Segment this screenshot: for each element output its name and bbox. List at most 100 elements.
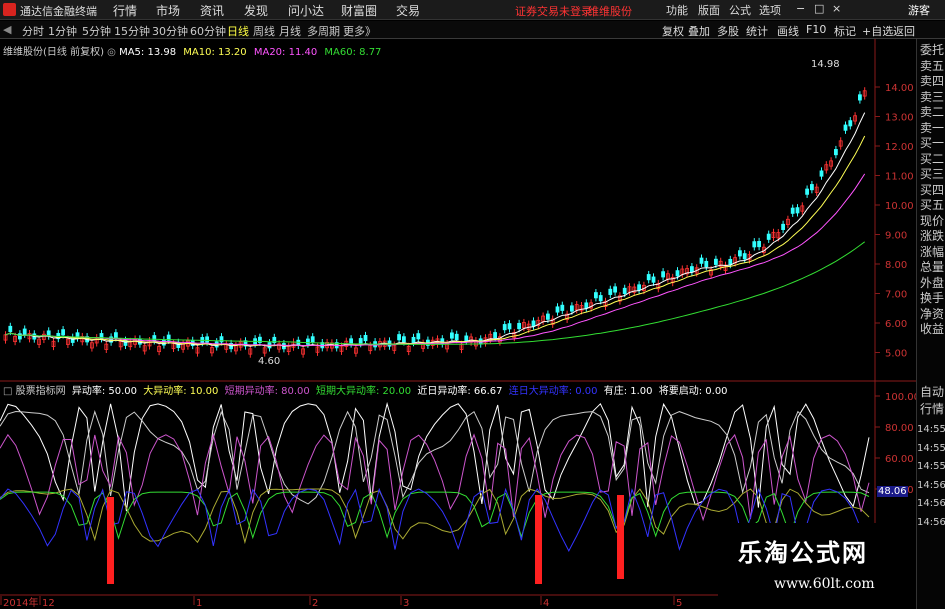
candle-body — [310, 336, 315, 343]
ma5-label: MA5: 13.98 — [119, 47, 177, 58]
period-weekly[interactable]: 周线 — [253, 23, 275, 39]
menu-item-wealth[interactable]: 财富圈 — [341, 2, 377, 19]
date-tick-label: 5 — [676, 598, 682, 609]
candle-body — [363, 335, 368, 342]
date-tick-label: 1 — [196, 598, 202, 609]
quote-field-label[interactable]: 涨幅 — [920, 245, 944, 260]
quote-field-label[interactable]: 卖二 — [920, 105, 944, 120]
period-15min[interactable]: 15分钟 — [114, 23, 150, 39]
btn-return[interactable]: 返回 — [893, 23, 915, 39]
quote-field-label[interactable]: 卖四 — [920, 74, 944, 89]
indicator-series-line — [0, 410, 870, 505]
ma10-label: MA10: 13.20 — [183, 47, 247, 58]
quote-field-label[interactable]: 卖一 — [920, 121, 944, 136]
tick-time: 14:55 — [917, 424, 945, 435]
quote-field-label[interactable]: 买四 — [920, 183, 944, 198]
price-tick-label: 6.00 — [885, 319, 907, 330]
minimize-button[interactable]: − — [796, 2, 805, 15]
quote-field-label[interactable]: 委托 — [920, 43, 944, 58]
quote-field-label[interactable]: 收益 — [920, 322, 944, 337]
candle-body — [584, 302, 589, 309]
btn-overlay[interactable]: 叠加 — [688, 23, 710, 39]
candle-body — [598, 295, 603, 302]
price-tick-label: 12.00 — [885, 142, 914, 153]
indicator-current-value: 48.06 — [877, 486, 908, 497]
btn-mark[interactable]: 标记 — [834, 23, 856, 39]
period-1min[interactable]: 1分钟 — [48, 23, 77, 39]
candle-body — [152, 335, 157, 342]
title-bar: 通达信金融终端 行情 市场 资讯 发现 问小达 财富圈 交易 证券交易未登录 维… — [0, 0, 945, 20]
candle-body — [766, 233, 771, 240]
menu-item-ask[interactable]: 问小达 — [288, 2, 324, 19]
candle-body — [738, 250, 742, 257]
quote-field-label[interactable]: 买一 — [920, 136, 944, 151]
watermark-title: 乐淘公式网 — [738, 538, 868, 567]
candle-body — [8, 325, 13, 333]
candle-body — [858, 94, 862, 101]
quote-field-label[interactable]: 买二 — [920, 152, 944, 167]
quote-field-label[interactable]: 净资 — [920, 307, 944, 322]
quote-field-label[interactable]: 买三 — [920, 167, 944, 182]
menu-formula[interactable]: 公式 — [729, 2, 751, 18]
price-tick-label: 8.00 — [885, 260, 907, 271]
btn-add-watchlist[interactable]: +自选 — [862, 23, 893, 39]
btn-multi-stock[interactable]: 多股 — [717, 23, 739, 39]
period-monthly[interactable]: 月线 — [279, 23, 301, 39]
quote-field-label[interactable]: 外盘 — [920, 276, 944, 291]
date-tick-label: 2 — [312, 598, 318, 609]
ma10-line — [5, 135, 866, 347]
quote-field-label[interactable]: 现价 — [920, 214, 944, 229]
candle-body — [714, 258, 718, 265]
ma20-line — [5, 173, 866, 347]
indicator-tick-label: 60.00 — [885, 454, 914, 465]
maximize-button[interactable]: □ — [814, 2, 824, 15]
quote-field-label[interactable]: 卖三 — [920, 90, 944, 105]
quote-field-label[interactable]: 买五 — [920, 198, 944, 213]
quote-field-label[interactable]: 总量 — [920, 260, 944, 275]
login-status[interactable]: 证券交易未登录 — [515, 3, 592, 19]
app-title: 通达信金融终端 — [20, 5, 97, 18]
close-button[interactable]: × — [832, 2, 841, 15]
menu-item-market[interactable]: 市场 — [156, 2, 180, 19]
low-price-label: 4.60 — [258, 356, 281, 367]
btn-statistics[interactable]: 统计 — [746, 23, 768, 39]
ind-short-big-abnormal: 短期大异动率: 20.00 — [315, 386, 412, 397]
quote-field-label[interactable]: 涨跌 — [920, 229, 944, 244]
indicator-settings-icon[interactable]: □ — [3, 386, 16, 397]
ma20-label: MA20: 11.40 — [253, 47, 318, 58]
date-tick-label: 12 — [42, 598, 55, 609]
menu-item-quotes[interactable]: 行情 — [113, 2, 137, 19]
nav-back-icon[interactable]: ◀ — [3, 23, 11, 36]
menu-item-trade[interactable]: 交易 — [396, 2, 420, 19]
menu-layout[interactable]: 版面 — [698, 2, 720, 18]
btn-f10[interactable]: F10 — [806, 23, 826, 36]
ind-abnormal: 异动率: 50.00 — [71, 386, 138, 397]
btn-draw[interactable]: 画线 — [777, 23, 799, 39]
tick-time: 14:55 — [917, 442, 945, 454]
quote-field-label[interactable]: 换手 — [920, 291, 944, 306]
btn-restore-rights[interactable]: 复权 — [662, 23, 684, 39]
indicator-series-line — [0, 401, 870, 512]
menu-item-discover[interactable]: 发现 — [244, 2, 268, 19]
period-intraday[interactable]: 分时 — [22, 23, 44, 39]
signal-bar — [107, 497, 114, 584]
period-60min[interactable]: 60分钟 — [190, 23, 226, 39]
quote-field-label[interactable]: 卖五 — [920, 59, 944, 74]
period-more[interactable]: 更多》 — [343, 23, 376, 39]
auto-quote-tab[interactable]: 自动 — [920, 385, 944, 400]
period-multi[interactable]: 多周期 — [307, 23, 340, 39]
menu-options[interactable]: 选项 — [759, 2, 781, 18]
period-5min[interactable]: 5分钟 — [82, 23, 111, 39]
tick-time: 14:56 — [917, 516, 945, 528]
guest-label[interactable]: 游客 — [908, 2, 930, 18]
chart-title: 维维股份(日线 前复权) — [3, 47, 104, 58]
menu-function[interactable]: 功能 — [666, 2, 688, 18]
period-daily[interactable]: 日线 — [227, 23, 249, 39]
period-30min[interactable]: 30分钟 — [152, 23, 188, 39]
menu-item-news[interactable]: 资讯 — [200, 2, 224, 19]
tick-time: 14:56 — [917, 498, 945, 509]
candle-body — [305, 338, 310, 345]
settings-icon[interactable]: ◎ — [107, 47, 119, 58]
auto-quote-tab[interactable]: 行情 — [920, 402, 944, 417]
candle-body — [728, 258, 733, 266]
